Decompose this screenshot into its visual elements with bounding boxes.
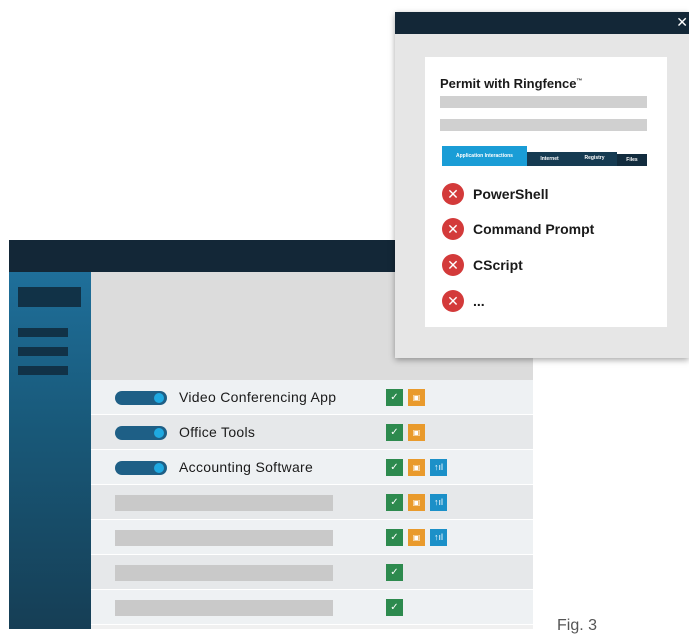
text-placeholder (440, 96, 647, 108)
dialog-card: Permit with Ringfence™ Application Inter… (425, 57, 667, 327)
text-placeholder (440, 119, 647, 131)
check-icon[interactable]: ✓ (386, 424, 403, 441)
deny-icon: ✕ (442, 254, 464, 276)
sidebar-menu-item[interactable] (18, 347, 68, 356)
tab-application-interactions[interactable]: Application Interactions (442, 146, 527, 166)
scan-icon[interactable]: ▣ (408, 494, 425, 511)
blocked-item[interactable]: ✕ ... (442, 290, 485, 312)
deny-icon: ✕ (442, 183, 464, 205)
app-name-placeholder (115, 530, 333, 546)
list-item[interactable]: Video Conferencing App ✓ ▣ (91, 380, 533, 415)
app-name-placeholder (115, 495, 333, 511)
sidebar (9, 272, 91, 629)
blocked-item-label: ... (473, 293, 485, 309)
list-item[interactable]: ✓ (91, 555, 533, 590)
tab-registry[interactable]: Registry (572, 152, 617, 166)
policy-icons: ✓ ▣ (386, 424, 425, 441)
toggle-knob (154, 393, 164, 403)
close-icon[interactable]: ✕ (676, 12, 688, 32)
list-item[interactable]: ✓ (91, 590, 533, 625)
list-item[interactable]: ✓ ▣ ↑ıl (91, 485, 533, 520)
blocked-item[interactable]: ✕ Command Prompt (442, 218, 594, 240)
app-toggle[interactable] (115, 391, 167, 405)
check-icon[interactable]: ✓ (386, 459, 403, 476)
tab-files[interactable]: Files (617, 154, 647, 166)
app-toggle[interactable] (115, 426, 167, 440)
check-icon[interactable]: ✓ (386, 494, 403, 511)
dialog-title-text: Permit with Ringfence (440, 76, 577, 91)
policy-icons: ✓ ▣ (386, 389, 425, 406)
dialog-title: Permit with Ringfence™ (440, 76, 583, 91)
sidebar-menu-item[interactable] (18, 328, 68, 337)
dialog-tabs: Application Interactions Internet Regist… (442, 144, 647, 166)
network-icon[interactable]: ↑ıl (430, 529, 447, 546)
dialog-titlebar: ✕ (395, 12, 689, 34)
app-name-placeholder (115, 565, 333, 581)
application-list: Video Conferencing App ✓ ▣ Office Tools … (91, 380, 533, 625)
network-icon[interactable]: ↑ıl (430, 494, 447, 511)
scan-icon[interactable]: ▣ (408, 529, 425, 546)
ringfence-dialog: ✕ Permit with Ringfence™ Application Int… (395, 12, 689, 358)
check-icon[interactable]: ✓ (386, 529, 403, 546)
sidebar-menu-item[interactable] (18, 366, 68, 375)
figure-caption: Fig. 3 (557, 617, 598, 634)
blocked-item[interactable]: ✕ CScript (442, 254, 523, 276)
network-icon[interactable]: ↑ıl (430, 459, 447, 476)
sidebar-logo-block (18, 287, 81, 307)
policy-icons: ✓ ▣ ↑ıl (386, 459, 447, 476)
tab-internet[interactable]: Internet (527, 152, 572, 166)
check-icon[interactable]: ✓ (386, 564, 403, 581)
toggle-knob (154, 463, 164, 473)
policy-icons: ✓ (386, 599, 403, 616)
scan-icon[interactable]: ▣ (408, 424, 425, 441)
list-item[interactable]: Office Tools ✓ ▣ (91, 415, 533, 450)
policy-icons: ✓ ▣ ↑ıl (386, 494, 447, 511)
policy-icons: ✓ ▣ ↑ıl (386, 529, 447, 546)
scan-icon[interactable]: ▣ (408, 459, 425, 476)
app-name-placeholder (115, 600, 333, 616)
check-icon[interactable]: ✓ (386, 599, 403, 616)
check-icon[interactable]: ✓ (386, 389, 403, 406)
app-name: Accounting Software (179, 459, 314, 475)
blocked-item-label: Command Prompt (473, 221, 595, 237)
app-name: Video Conferencing App (179, 389, 337, 405)
deny-icon: ✕ (442, 290, 464, 312)
deny-icon: ✕ (442, 218, 464, 240)
list-item[interactable]: ✓ ▣ ↑ıl (91, 520, 533, 555)
scan-icon[interactable]: ▣ (408, 389, 425, 406)
toggle-knob (154, 428, 164, 438)
app-toggle[interactable] (115, 461, 167, 475)
list-item[interactable]: Accounting Software ✓ ▣ ↑ıl (91, 450, 533, 485)
blocked-item[interactable]: ✕ PowerShell (442, 183, 548, 205)
policy-icons: ✓ (386, 564, 403, 581)
app-name: Office Tools (179, 424, 256, 440)
trademark-mark: ™ (576, 78, 583, 85)
blocked-item-label: PowerShell (473, 186, 549, 202)
blocked-item-label: CScript (473, 257, 523, 273)
